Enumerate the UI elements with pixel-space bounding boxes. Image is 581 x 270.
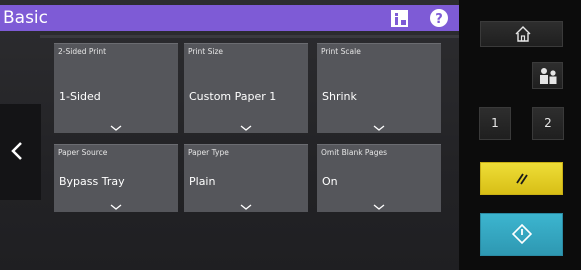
paper-type-tile[interactable]: Paper Type Plain: [184, 144, 308, 212]
chevron-left-icon: [11, 142, 22, 160]
two-sided-print-tile[interactable]: 2-Sided Print 1-Sided: [54, 43, 178, 133]
info-icon[interactable]: [390, 9, 409, 28]
home-button[interactable]: [480, 21, 563, 47]
reset-icon: [516, 173, 528, 185]
print-size-tile[interactable]: Print Size Custom Paper 1: [184, 43, 308, 133]
page-title: Basic: [3, 8, 49, 28]
start-button[interactable]: [480, 213, 563, 256]
tile-label: 2-Sided Print: [58, 47, 107, 56]
tile-value: Shrink: [322, 90, 357, 103]
chevron-down-icon: [110, 204, 122, 210]
print-scale-tile[interactable]: Print Scale Shrink: [317, 43, 441, 133]
tile-value: Custom Paper 1: [189, 90, 277, 103]
tile-value: 1-Sided: [59, 90, 101, 103]
tile-value: Plain: [189, 175, 216, 188]
tile-label: Print Scale: [321, 47, 361, 56]
device-screen: Basic ? 2-Sided Print 1-Sided Print Size…: [0, 0, 581, 270]
touch-panel: Basic ? 2-Sided Print 1-Sided Print Size…: [0, 0, 459, 270]
chevron-down-icon: [240, 204, 252, 210]
tile-label: Paper Type: [188, 148, 229, 157]
header-bar: Basic ?: [0, 5, 459, 31]
key-1-button[interactable]: 1: [479, 107, 511, 140]
tile-label: Omit Blank Pages: [321, 148, 387, 157]
paper-source-tile[interactable]: Paper Source Bypass Tray: [54, 144, 178, 212]
tile-label: Paper Source: [58, 148, 108, 157]
users-icon: [540, 68, 557, 84]
back-button[interactable]: [0, 104, 41, 200]
chevron-down-icon: [110, 125, 122, 131]
chevron-down-icon: [373, 204, 385, 210]
omit-blank-pages-tile[interactable]: Omit Blank Pages On: [317, 144, 441, 212]
svg-text:?: ?: [435, 12, 443, 27]
tile-label: Print Size: [188, 47, 224, 56]
hard-key-panel: 1 2: [459, 0, 581, 270]
reset-button[interactable]: [480, 162, 563, 195]
home-icon: [515, 26, 531, 42]
help-icon[interactable]: ?: [429, 8, 449, 28]
tile-value: On: [322, 175, 338, 188]
chevron-down-icon: [240, 125, 252, 131]
chevron-down-icon: [373, 125, 385, 131]
page-indicator-bar: [40, 35, 459, 38]
start-icon: [512, 224, 532, 244]
user-switch-button[interactable]: [532, 62, 563, 89]
key-2-button[interactable]: 2: [532, 107, 564, 140]
tile-value: Bypass Tray: [59, 175, 125, 188]
